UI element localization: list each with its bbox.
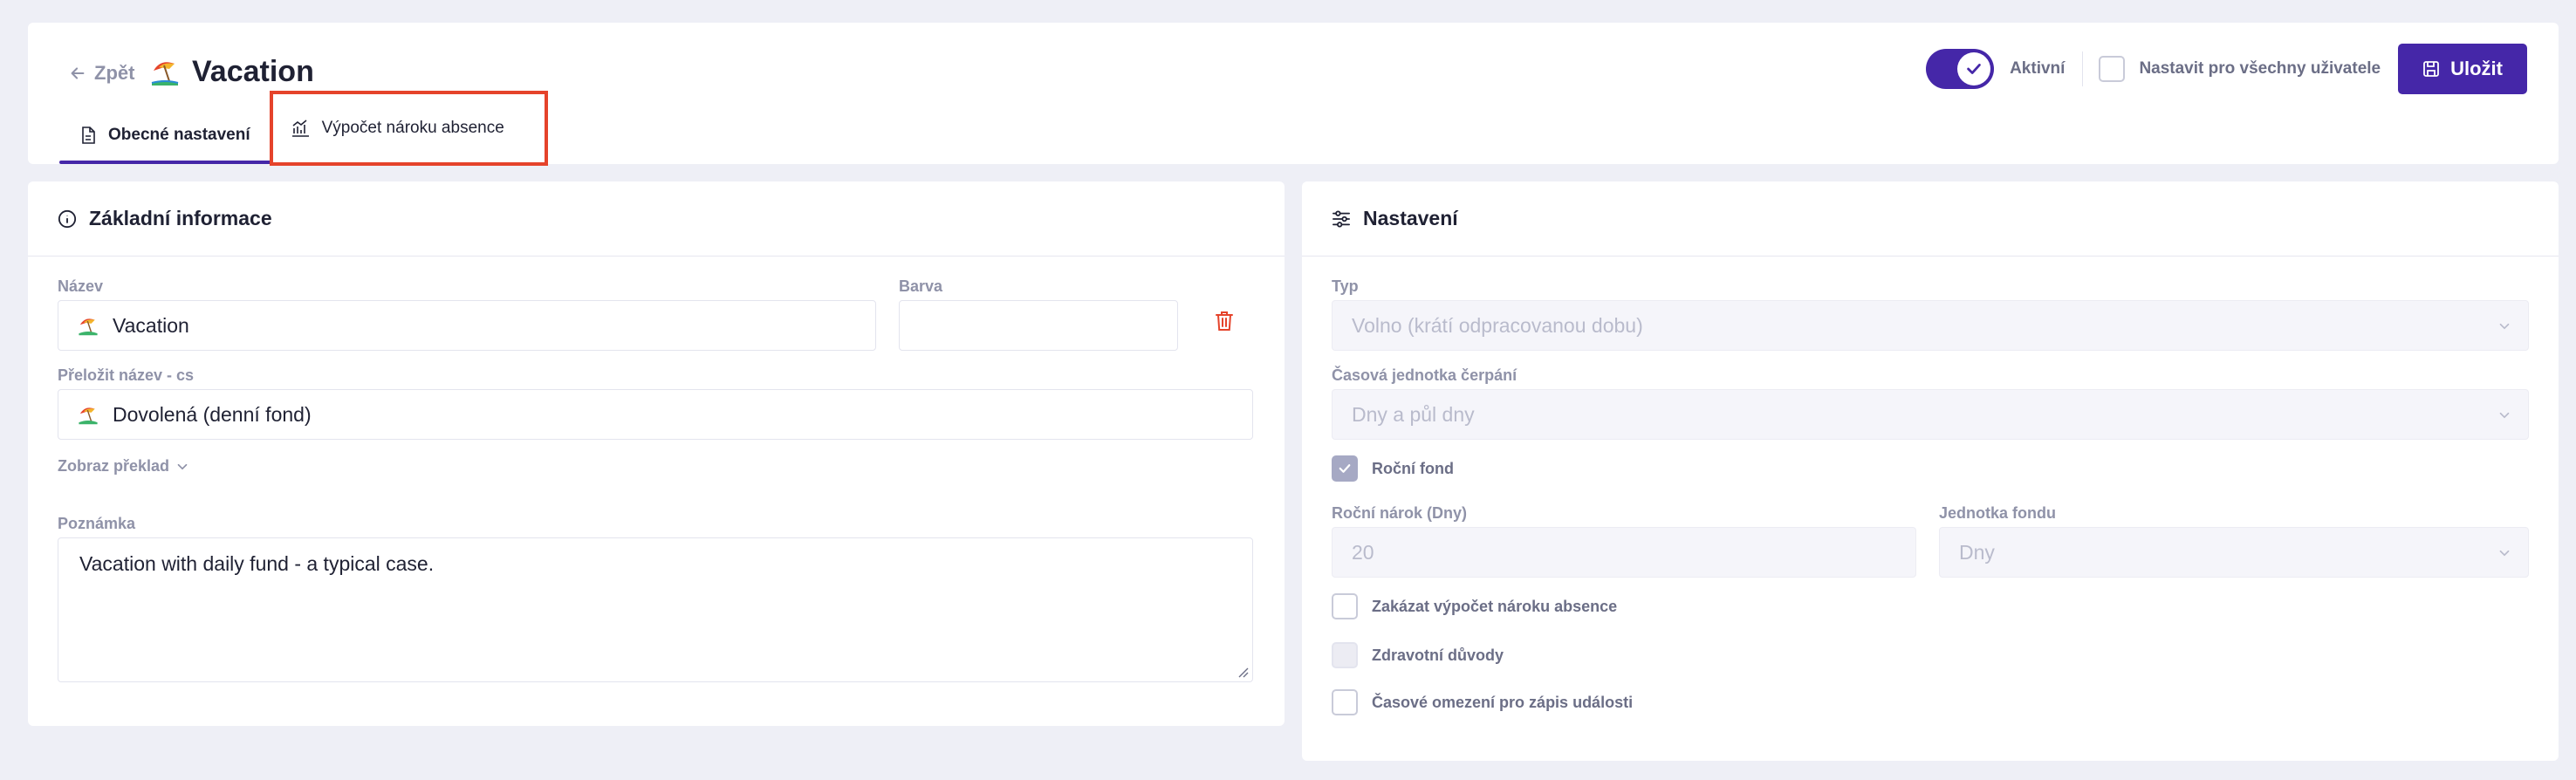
basic-info-header: Základní informace (28, 181, 1285, 257)
page-title: Vacation (192, 54, 314, 88)
time-unit-value: Dny a půl dny (1352, 402, 1475, 426)
time-limit-option: Časové omezení pro zápis události (1332, 689, 1633, 715)
info-icon (58, 209, 77, 228)
note-value: Vacation with daily fund - a typical cas… (79, 552, 435, 575)
disable-calc-option: Zakázat výpočet nároku absence (1332, 593, 1617, 619)
toggle-knob (1957, 52, 1991, 86)
page-header: Zpět Vacation Obecné nastavení Výpočet n… (28, 23, 2559, 166)
fund-unit-select[interactable]: Dny (1939, 527, 2529, 578)
active-toggle[interactable] (1926, 49, 1995, 89)
trash-icon[interactable] (1214, 310, 1235, 332)
chevron-down-icon (177, 463, 188, 469)
tab-label: Výpočet nároku absence (321, 119, 504, 137)
time-limit-checkbox[interactable] (1332, 689, 1358, 715)
translate-input[interactable]: Dovolená (denní fond) (58, 389, 1253, 440)
save-icon (2423, 61, 2440, 77)
settings-card: Nastavení Typ Volno (krátí odpracovanou … (1302, 181, 2559, 761)
chart-icon (291, 120, 309, 137)
divider (2082, 51, 2084, 86)
check-icon (1967, 64, 1981, 74)
time-unit-select[interactable]: Dny a půl dny (1332, 389, 2529, 440)
type-select[interactable]: Volno (krátí odpracovanou dobu) (1332, 300, 2529, 351)
basic-info-card: Základní informace Název Vacation Barva … (28, 181, 1285, 726)
resize-handle-icon[interactable] (1237, 666, 1249, 678)
time-unit-label: Časová jednotka čerpání (1332, 366, 1518, 384)
annual-fund-option: Roční fond (1332, 455, 1454, 482)
type-label: Typ (1332, 277, 1359, 295)
translate-value: Dovolená (denní fond) (113, 402, 312, 426)
save-label: Uložit (2450, 58, 2503, 79)
name-value: Vacation (113, 313, 189, 337)
document-icon (82, 127, 95, 144)
arrow-left-icon (71, 67, 85, 79)
color-label: Barva (899, 277, 943, 295)
fund-unit-value: Dny (1959, 540, 1995, 564)
all-users-option: Nastavit pro všechny uživatele (2099, 56, 2381, 82)
note-label: Poznámka (58, 515, 136, 532)
annual-entitlement-input[interactable]: 20 (1332, 527, 1916, 578)
health-label: Zdravotní důvody (1372, 646, 1504, 664)
beach-umbrella-icon (79, 407, 98, 425)
show-translation-toggle[interactable]: Zobraz překlad (58, 457, 190, 476)
time-limit-label: Časové omezení pro zápis události (1372, 693, 1634, 711)
name-label: Název (58, 277, 104, 295)
annual-fund-checkbox[interactable] (1332, 455, 1358, 482)
annual-fund-label: Roční fond (1372, 459, 1454, 477)
page-title-group: Vacation (150, 49, 314, 94)
show-translation-label: Zobraz překlad (58, 457, 170, 475)
chevron-down-icon (2499, 412, 2510, 419)
card-title: Nastavení (1363, 207, 1458, 229)
tab-bar: Obecné nastavení Výpočet nároku absence (59, 91, 548, 166)
disable-calc-checkbox[interactable] (1332, 593, 1358, 619)
beach-umbrella-icon (151, 62, 179, 86)
type-value: Volno (krátí odpracovanou dobu) (1352, 313, 1643, 337)
disable-calc-label: Zakázat výpočet nároku absence (1372, 597, 1618, 615)
header-actions: Aktivní Nastavit pro všechny uživatele U… (1926, 44, 2527, 94)
health-checkbox[interactable] (1332, 642, 1358, 668)
fund-unit-label: Jednotka fondu (1939, 504, 2056, 522)
translate-label: Přeložit název - cs (58, 366, 195, 384)
note-textarea[interactable]: Vacation with daily fund - a typical cas… (58, 537, 1253, 682)
tab-general-settings[interactable]: Obecné nastavení (59, 106, 271, 164)
annual-entitlement-value: 20 (1352, 540, 1374, 564)
sliders-icon (1332, 209, 1350, 228)
all-users-label: Nastavit pro všechny uživatele (2139, 59, 2381, 78)
settings-header: Nastavení (1302, 181, 2559, 257)
chevron-down-icon (2499, 550, 2510, 557)
tab-label: Obecné nastavení (108, 126, 250, 144)
active-toggle-label: Aktivní (2010, 59, 2066, 78)
color-input[interactable] (899, 300, 1178, 351)
all-users-checkbox[interactable] (2099, 56, 2126, 82)
back-link[interactable]: Zpět (68, 58, 134, 89)
card-title: Základní informace (89, 207, 272, 229)
save-button[interactable]: Uložit (2398, 44, 2527, 94)
annual-entitlement-label: Roční nárok (Dny) (1332, 504, 1468, 522)
back-label: Zpět (94, 62, 135, 84)
tab-absence-entitlement-calculation[interactable]: Výpočet nároku absence (269, 91, 548, 166)
name-input[interactable]: Vacation (58, 300, 876, 351)
check-icon (1339, 464, 1351, 473)
beach-umbrella-icon (79, 318, 98, 336)
chevron-down-icon (2499, 323, 2510, 330)
health-option: Zdravotní důvody (1332, 642, 1504, 668)
